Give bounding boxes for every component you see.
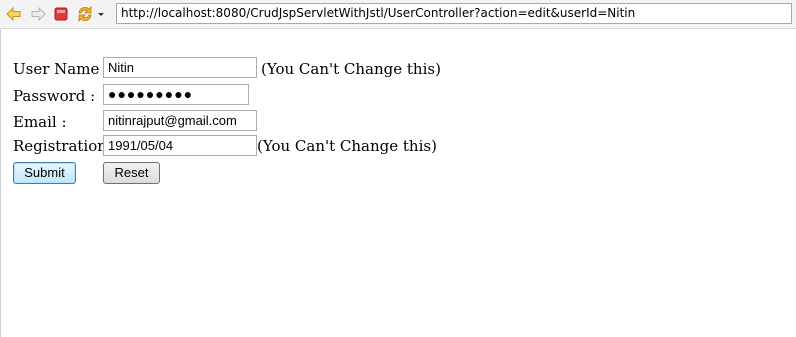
submit-button[interactable]: Submit (13, 162, 76, 184)
address-bar[interactable]: http://localhost:8080/CrudJspServletWith… (116, 3, 792, 24)
password-field[interactable]: ●●●●●●●●● (103, 84, 249, 105)
registration-readonly-note: (You Can't Change this) (257, 137, 437, 155)
stop-icon[interactable] (52, 5, 70, 23)
username-readonly-note: (You Can't Change this) (261, 60, 441, 78)
username-field[interactable]: Nitin (103, 57, 257, 78)
email-label: Email : (13, 113, 67, 131)
username-label: User Name : (13, 60, 110, 78)
email-field[interactable]: nitinrajput@gmail.com (103, 110, 257, 131)
page-border (0, 29, 1, 337)
browser-toolbar: http://localhost:8080/CrudJspServletWith… (0, 0, 796, 29)
forward-arrow-icon[interactable] (29, 5, 47, 23)
chevron-down-icon[interactable] (96, 5, 106, 23)
back-arrow-icon[interactable] (5, 5, 23, 23)
registration-date-field[interactable]: 1991/05/04 (103, 135, 257, 156)
password-label: Password : (13, 87, 96, 105)
refresh-icon[interactable] (76, 5, 94, 23)
reset-button[interactable]: Reset (103, 162, 160, 184)
registration-label: Registration : (13, 137, 117, 155)
